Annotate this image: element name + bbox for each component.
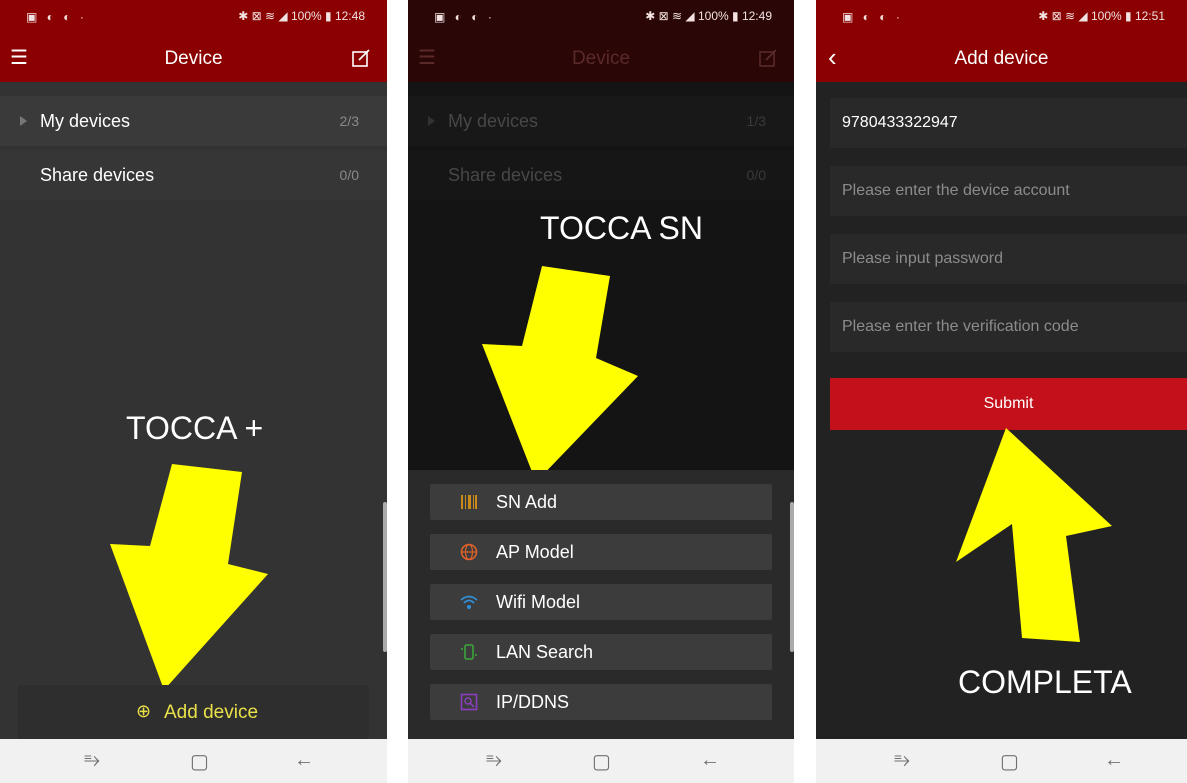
serial-number-field[interactable]: 9780433322947 (830, 98, 1187, 148)
pointer-arrow-icon (482, 266, 638, 482)
row-label: Share devices (40, 165, 155, 185)
row-my-devices[interactable]: My devices 2/3 (0, 96, 387, 146)
screen-add-device: ▣ ◐ ◐ · ✱ ⊠ ≋ ◢ 100% ▮ 12:51 ‹ Add devic… (816, 0, 1187, 783)
add-options-sheet: SN Add AP Model Wifi Model LAN Search IP… (408, 470, 794, 739)
verification-code-input[interactable] (830, 302, 1187, 352)
status-right: ✱ ⊠ ≋ ◢ 100% ▮ 12:48 (238, 9, 365, 23)
scrollbar[interactable] (383, 502, 387, 652)
system-nav-bar: ⥱ ▢ ← (408, 739, 794, 783)
pointer-arrow-icon (956, 428, 1112, 642)
password-input[interactable] (830, 234, 1187, 284)
page-title: Add device (954, 48, 1049, 69)
page-title: Device (571, 48, 631, 69)
menu-item-ap-model[interactable]: AP Model (430, 534, 772, 570)
menu-item-ip-ddns[interactable]: IP/DDNS (430, 684, 772, 720)
serial-number-value: 9780433322947 (842, 114, 958, 131)
menu-item-label: LAN Search (496, 642, 594, 662)
notification-icons: ▣ ◐ ◐ · (26, 10, 87, 24)
menu-item-wifi-model[interactable]: Wifi Model (430, 584, 772, 620)
verification-code-field[interactable] (830, 302, 1187, 352)
home-icon[interactable]: ▢ (190, 749, 209, 774)
system-nav-bar: ⥱ ▢ ← (816, 739, 1187, 783)
dimmed-content: My devices 1/3 Share devices 0/0 TOCCA S… (408, 82, 794, 739)
back-icon[interactable]: ← (294, 749, 314, 772)
add-circle-icon: ⊕ (136, 701, 152, 721)
ip-icon (460, 693, 478, 711)
home-icon[interactable]: ▢ (1000, 749, 1019, 774)
menu-item-label: IP/DDNS (496, 692, 570, 712)
row-count: 1/3 (746, 113, 766, 129)
screen-add-menu: ▣ ◐ ◐ · ✱ ⊠ ≋ ◢ 100% ▮ 12:49 ☰ Device My… (408, 0, 794, 783)
wifi-icon (460, 595, 478, 609)
notification-icons: ▣ ◐ ◐ · (434, 10, 495, 24)
system-nav-bar: ⥱ ▢ ← (0, 739, 387, 783)
recent-apps-icon[interactable]: ⥱ (84, 749, 100, 772)
status-bar: ▣ ◐ ◐ · ✱ ⊠ ≋ ◢ 100% ▮ 12:49 (408, 0, 794, 36)
recent-apps-icon[interactable]: ⥱ (486, 749, 502, 772)
status-bar: ▣ ◐ ◐ · ✱ ⊠ ≋ ◢ 100% ▮ 12:48 (0, 0, 387, 36)
expand-arrow-icon (20, 116, 27, 126)
row-share-devices: Share devices 0/0 (408, 150, 794, 200)
row-label: My devices (40, 111, 131, 131)
scrollbar[interactable] (790, 502, 794, 652)
instruction-text: TOCCA SN (540, 210, 703, 246)
back-icon[interactable]: ← (700, 749, 720, 772)
edit-icon[interactable] (351, 48, 371, 68)
row-count: 0/0 (339, 167, 359, 183)
content-area: My devices 2/3 Share devices 0/0 TOCCA +… (0, 82, 387, 739)
back-icon[interactable]: ← (1104, 749, 1124, 772)
row-label: Share devices (448, 165, 563, 185)
barcode-icon (461, 495, 477, 509)
instruction-text: TOCCA + (126, 410, 264, 446)
notification-icons: ▣ ◐ ◐ · (842, 10, 903, 24)
device-account-field[interactable] (830, 166, 1187, 216)
screen-device-list: ▣ ◐ ◐ · ✱ ⊠ ≋ ◢ 100% ▮ 12:48 ☰ Device My… (0, 0, 387, 783)
password-field[interactable] (830, 234, 1187, 284)
menu-item-sn-add[interactable]: SN Add (430, 484, 772, 520)
form-area: 9780433322947 Submit COMPLETA (816, 82, 1187, 739)
row-count: 2/3 (339, 113, 359, 129)
pointer-arrow-icon (110, 464, 268, 690)
menu-item-label: AP Model (496, 542, 574, 562)
status-bar: ▣ ◐ ◐ · ✱ ⊠ ≋ ◢ 100% ▮ 12:51 (816, 0, 1187, 36)
add-device-label: Add device (164, 702, 259, 723)
row-share-devices[interactable]: Share devices 0/0 (0, 150, 387, 200)
globe-icon (460, 543, 478, 561)
lan-icon (461, 644, 477, 660)
app-bar: ☰ Device (0, 36, 387, 82)
row-label: My devices (448, 111, 539, 131)
row-my-devices: My devices 1/3 (408, 96, 794, 146)
expand-arrow-icon (428, 116, 435, 126)
page-title: Device (164, 48, 223, 69)
device-account-input[interactable] (830, 166, 1187, 216)
instruction-text: COMPLETA (958, 664, 1132, 700)
home-icon[interactable]: ▢ (592, 749, 611, 774)
menu-item-label: Wifi Model (496, 592, 581, 612)
app-bar: ‹ Add device (816, 36, 1187, 82)
edit-icon (759, 49, 777, 67)
menu-item-lan-search[interactable]: LAN Search (430, 634, 772, 670)
recent-apps-icon[interactable]: ⥱ (894, 749, 910, 772)
status-right: ✱ ⊠ ≋ ◢ 100% ▮ 12:51 (1038, 9, 1165, 23)
submit-button[interactable]: Submit (830, 378, 1187, 430)
row-count: 0/0 (746, 167, 766, 183)
app-bar: ☰ Device (408, 36, 794, 82)
menu-item-label: SN Add (496, 492, 558, 512)
status-right: ✱ ⊠ ≋ ◢ 100% ▮ 12:49 (645, 9, 772, 23)
add-device-button[interactable]: ⊕ Add device (18, 685, 369, 739)
